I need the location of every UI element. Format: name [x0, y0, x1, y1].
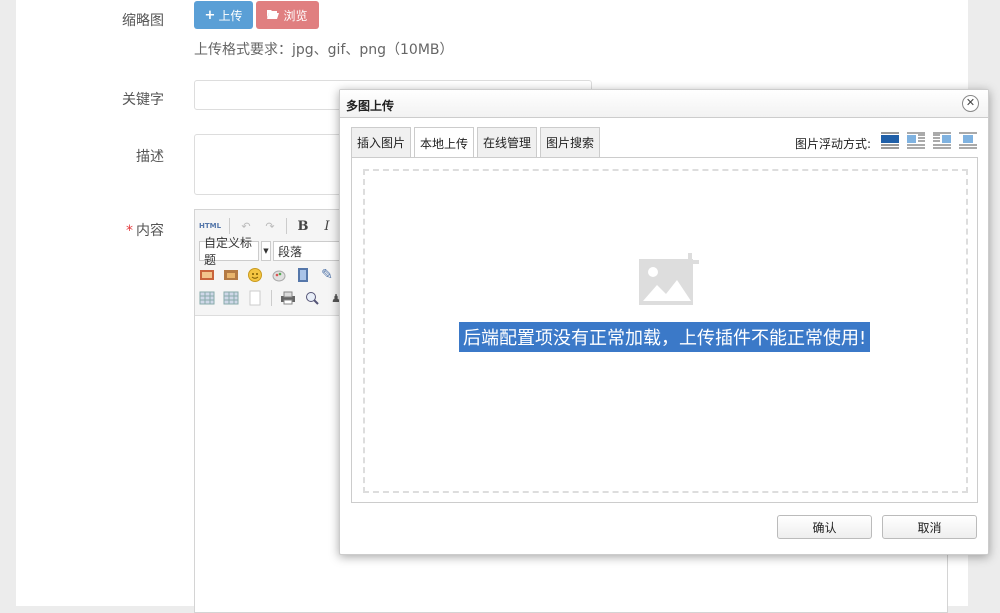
video-icon[interactable] [295, 267, 311, 283]
toolbar-row-1: HTML ↶ ↷ B I [199, 218, 335, 234]
tab-online-manage[interactable]: 在线管理 [477, 127, 538, 157]
chevron-down-icon[interactable]: ▼ [261, 241, 271, 261]
dialog-titlebar: 多图上传 ✕ [340, 90, 988, 118]
dialog-tabs: 插入图片 本地上传 在线管理 图片搜索 [351, 127, 601, 158]
toolbar-row-2: 自定义标题 ▼ 段落 [199, 236, 343, 267]
image-icon[interactable] [199, 267, 215, 283]
add-image-icon [637, 251, 703, 311]
table-icon[interactable] [199, 290, 215, 306]
preview-icon[interactable] [304, 290, 320, 306]
blank-page-icon[interactable] [247, 290, 263, 306]
folder-open-icon [267, 8, 280, 22]
tab-local-upload[interactable]: 本地上传 [414, 127, 475, 158]
description-label: 描述 [136, 149, 164, 165]
html-icon[interactable]: HTML [199, 218, 221, 234]
print-icon[interactable] [280, 290, 296, 306]
content-label: * 内容 [64, 220, 164, 240]
bold-icon[interactable]: B [295, 218, 311, 234]
dialog-title: 多图上传 [346, 99, 395, 113]
cancel-button[interactable]: 取消 [882, 515, 977, 539]
thumbnail-label: 缩略图 [122, 13, 164, 29]
picture-icon[interactable] [223, 267, 239, 283]
content-label-text: 内容 [136, 223, 164, 239]
close-icon[interactable]: ✕ [962, 95, 979, 112]
scrawl-icon[interactable] [271, 267, 287, 283]
backend-config-error: 后端配置项没有正常加载，上传插件不能正常使用! [459, 322, 871, 352]
heading-select[interactable]: 自定义标题 [199, 236, 259, 267]
emoticon-icon[interactable] [247, 267, 263, 283]
float-left-icon[interactable] [906, 132, 926, 150]
format-hint: 上传格式要求：jpg、gif、png（10MB） [194, 42, 454, 58]
toolbar-row-4: ♟ [199, 290, 344, 306]
toolbar-separator [271, 290, 272, 306]
plus-icon: + [204, 7, 216, 23]
float-none-icon[interactable] [880, 132, 900, 150]
float-mode-options [880, 132, 978, 150]
tab-insert-image[interactable]: 插入图片 [351, 127, 412, 157]
toolbar-separator [229, 218, 230, 234]
attachment-icon[interactable]: ✎ [319, 267, 335, 283]
upload-dropzone[interactable]: 后端配置项没有正常加载，上传插件不能正常使用! [363, 169, 968, 493]
upload-button-label: 上传 [218, 8, 243, 23]
float-mode-label: 图片浮动方式: [795, 137, 872, 151]
float-right-icon[interactable] [932, 132, 952, 150]
required-mark: * [126, 223, 133, 239]
paragraph-select[interactable]: 段落 [273, 241, 343, 261]
toolbar-row-3: ✎ [199, 267, 335, 283]
redo-icon[interactable]: ↷ [262, 218, 278, 234]
local-upload-panel: 后端配置项没有正常加载，上传插件不能正常使用! [351, 157, 978, 503]
keywords-label: 关键字 [122, 92, 164, 108]
tab-image-search[interactable]: 图片搜索 [540, 127, 601, 157]
undo-icon[interactable]: ↶ [238, 218, 254, 234]
browse-button[interactable]: 浏览 [256, 1, 319, 29]
multi-image-upload-dialog: 多图上传 ✕ 插入图片 本地上传 在线管理 图片搜索 图片浮动方式: 后端配置项… [339, 89, 989, 555]
toolbar-separator [286, 218, 287, 234]
table-grid-icon[interactable] [223, 290, 239, 306]
browse-button-label: 浏览 [283, 8, 308, 23]
upload-button[interactable]: + 上传 [194, 1, 253, 29]
italic-icon[interactable]: I [319, 218, 335, 234]
float-center-icon[interactable] [958, 132, 978, 150]
confirm-button[interactable]: 确认 [777, 515, 872, 539]
